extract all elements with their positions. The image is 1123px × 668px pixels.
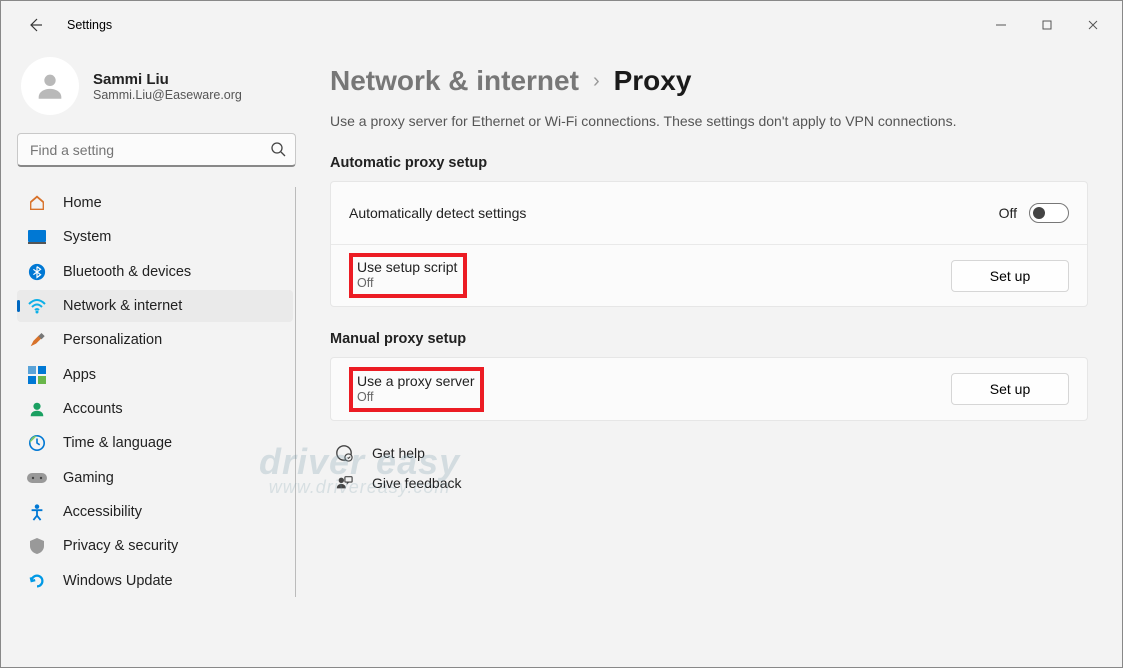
content-area: Network & internet › Proxy Use a proxy s… bbox=[308, 49, 1122, 667]
nav-label: Apps bbox=[63, 367, 96, 383]
user-name: Sammi Liu bbox=[93, 71, 242, 88]
titlebar: Settings bbox=[1, 1, 1122, 49]
detect-toggle-group: Off bbox=[999, 203, 1069, 223]
person-icon bbox=[33, 69, 67, 103]
chevron-right-icon: › bbox=[593, 70, 600, 93]
maximize-button[interactable] bbox=[1024, 9, 1070, 41]
script-label: Use setup script bbox=[357, 259, 457, 275]
help-icon bbox=[334, 443, 354, 463]
server-highlight: Use a proxy server Off bbox=[349, 367, 484, 412]
nav-personalization[interactable]: Personalization bbox=[17, 324, 293, 356]
detect-toggle[interactable] bbox=[1029, 203, 1069, 223]
system-icon bbox=[27, 227, 47, 247]
user-block[interactable]: Sammi Liu Sammi.Liu@Easeware.org bbox=[17, 57, 296, 115]
script-row: Use setup script Off Set up bbox=[331, 244, 1087, 306]
nav-label: Windows Update bbox=[63, 573, 173, 589]
nav-label: Network & internet bbox=[63, 298, 182, 314]
accessibility-icon bbox=[27, 502, 47, 522]
nav-bluetooth[interactable]: Bluetooth & devices bbox=[17, 256, 293, 288]
gaming-icon bbox=[27, 468, 47, 488]
feedback-label: Give feedback bbox=[372, 475, 462, 491]
nav-label: Personalization bbox=[63, 332, 162, 348]
auto-proxy-card: Automatically detect settings Off Use se… bbox=[330, 181, 1088, 307]
script-state: Off bbox=[357, 276, 457, 290]
manual-proxy-card: Use a proxy server Off Set up bbox=[330, 357, 1088, 421]
nav-label: Privacy & security bbox=[63, 538, 178, 554]
nav-network[interactable]: Network & internet bbox=[17, 290, 293, 322]
manual-section-title: Manual proxy setup bbox=[330, 331, 1088, 347]
nav-accounts[interactable]: Accounts bbox=[17, 393, 293, 425]
minimize-icon bbox=[996, 20, 1006, 30]
clock-icon bbox=[27, 433, 47, 453]
close-icon bbox=[1088, 20, 1098, 30]
close-button[interactable] bbox=[1070, 9, 1116, 41]
nav-label: System bbox=[63, 229, 111, 245]
server-row: Use a proxy server Off Set up bbox=[331, 358, 1087, 420]
auto-section-title: Automatic proxy setup bbox=[330, 155, 1088, 171]
sidebar: Sammi Liu Sammi.Liu@Easeware.org Home Sy… bbox=[1, 49, 308, 667]
nav-label: Time & language bbox=[63, 435, 172, 451]
nav: Home System Bluetooth & devices Network … bbox=[17, 187, 296, 597]
server-setup-button[interactable]: Set up bbox=[951, 373, 1069, 405]
server-label: Use a proxy server bbox=[357, 373, 474, 389]
nav-label: Accounts bbox=[63, 401, 123, 417]
nav-system[interactable]: System bbox=[17, 221, 293, 253]
arrow-left-icon bbox=[27, 17, 43, 33]
breadcrumb-parent[interactable]: Network & internet bbox=[330, 65, 579, 97]
search-box[interactable] bbox=[17, 133, 296, 167]
script-setup-button[interactable]: Set up bbox=[951, 260, 1069, 292]
nav-label: Accessibility bbox=[63, 504, 142, 520]
feedback-icon bbox=[334, 473, 354, 493]
script-highlight: Use setup script Off bbox=[349, 253, 467, 298]
avatar bbox=[21, 57, 79, 115]
search-icon bbox=[270, 141, 286, 162]
window-title: Settings bbox=[67, 18, 978, 32]
maximize-icon bbox=[1042, 20, 1052, 30]
detect-label: Automatically detect settings bbox=[349, 205, 526, 221]
detect-state: Off bbox=[999, 205, 1017, 221]
apps-icon bbox=[27, 365, 47, 385]
accounts-icon bbox=[27, 399, 47, 419]
help-label: Get help bbox=[372, 445, 425, 461]
network-icon bbox=[27, 296, 47, 316]
shield-icon bbox=[27, 536, 47, 556]
detect-row: Automatically detect settings Off bbox=[331, 182, 1087, 244]
nav-label: Bluetooth & devices bbox=[63, 264, 191, 280]
nav-time[interactable]: Time & language bbox=[17, 427, 293, 459]
nav-label: Gaming bbox=[63, 470, 114, 486]
back-button[interactable] bbox=[21, 11, 49, 39]
nav-privacy[interactable]: Privacy & security bbox=[17, 530, 293, 562]
brush-icon bbox=[27, 330, 47, 350]
nav-update[interactable]: Windows Update bbox=[17, 565, 293, 597]
minimize-button[interactable] bbox=[978, 9, 1024, 41]
nav-apps[interactable]: Apps bbox=[17, 359, 293, 391]
footer-links: Get help Give feedback bbox=[330, 443, 1088, 493]
breadcrumb: Network & internet › Proxy bbox=[330, 65, 1088, 97]
update-icon bbox=[27, 571, 47, 591]
get-help-link[interactable]: Get help bbox=[330, 443, 1088, 463]
server-state: Off bbox=[357, 390, 474, 404]
nav-gaming[interactable]: Gaming bbox=[17, 462, 293, 494]
nav-home[interactable]: Home bbox=[17, 187, 293, 219]
nav-accessibility[interactable]: Accessibility bbox=[17, 496, 293, 528]
page-description: Use a proxy server for Ethernet or Wi-Fi… bbox=[330, 113, 1088, 129]
breadcrumb-current: Proxy bbox=[614, 65, 692, 97]
user-email: Sammi.Liu@Easeware.org bbox=[93, 88, 242, 102]
nav-label: Home bbox=[63, 195, 102, 211]
home-icon bbox=[27, 193, 47, 213]
bluetooth-icon bbox=[27, 262, 47, 282]
search-input[interactable] bbox=[17, 133, 296, 167]
feedback-link[interactable]: Give feedback bbox=[330, 473, 1088, 493]
